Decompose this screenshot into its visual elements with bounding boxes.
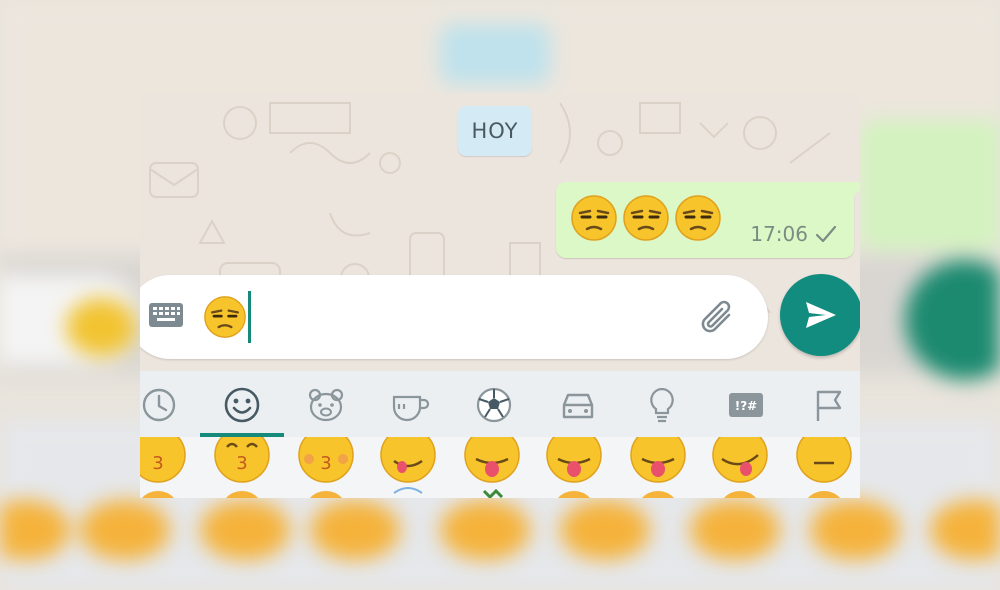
unamused-face-icon (623, 195, 669, 241)
emoji-row-2-icon (393, 487, 423, 494)
tongue-face-icon[interactable] (462, 437, 522, 485)
emoji-row-2-icon (309, 491, 343, 498)
bubble-tail (854, 182, 860, 196)
unamused-face-icon (571, 195, 617, 241)
emoji-row-2-icon (807, 491, 841, 498)
animals-bear-icon[interactable] (306, 385, 346, 425)
recent-icon[interactable] (140, 385, 180, 425)
activity-soccer-icon[interactable] (474, 385, 514, 425)
squinting-tongue-icon[interactable] (544, 437, 604, 485)
emoji-row-2-icon (723, 491, 757, 498)
message-time: 17:06 (750, 222, 808, 246)
objects-bulb-icon[interactable] (642, 385, 682, 425)
zany-face-icon[interactable] (710, 437, 770, 485)
svg-text:3: 3 (320, 453, 331, 474)
emoji-grid: 3 3 3 (140, 437, 860, 498)
symbols-icon[interactable]: !?# (726, 385, 766, 425)
smiley-tab-icon[interactable] (222, 385, 262, 425)
winking-tongue-icon[interactable] (628, 437, 688, 485)
whatsapp-chat-panel: HOY 17:06 !?# 3 3 3 (140, 93, 860, 498)
kissing-closed-eyes-icon[interactable]: 3 (296, 437, 356, 485)
emoji-row-2-icon (141, 491, 175, 498)
send-button[interactable] (780, 274, 860, 356)
svg-text:3: 3 (236, 453, 247, 474)
raised-eyebrow-face-icon[interactable] (794, 437, 854, 485)
send-icon (806, 302, 836, 328)
unamused-face-icon (675, 195, 721, 241)
message-input[interactable] (140, 275, 768, 359)
emoji-category-tabs: !?# (140, 371, 860, 437)
travel-car-icon[interactable] (558, 385, 598, 425)
outgoing-message-bubble[interactable]: 17:06 (556, 182, 860, 258)
kissing-face-icon[interactable]: 3 (140, 437, 188, 485)
date-chip: HOY (458, 106, 532, 156)
message-emojis (570, 194, 722, 242)
emoji-row-2-icon (225, 491, 259, 498)
emoji-row-2-icon (641, 491, 675, 498)
typed-unamused-face-icon (204, 296, 246, 338)
keyboard-icon[interactable] (148, 302, 184, 330)
emoji-row-2-icon (557, 491, 591, 498)
check-icon (815, 225, 837, 243)
kissing-smiling-eyes-icon[interactable]: 3 (212, 437, 272, 485)
symbols-tab-label: !?# (735, 399, 758, 413)
message-meta: 17:06 (750, 222, 838, 246)
emoji-row-2-icon (482, 488, 504, 498)
food-cup-icon[interactable] (390, 385, 430, 425)
svg-text:3: 3 (152, 453, 163, 474)
flag-icon[interactable] (810, 385, 850, 425)
yum-face-icon[interactable] (378, 437, 438, 485)
paperclip-icon[interactable] (699, 297, 739, 339)
text-caret (248, 291, 251, 343)
